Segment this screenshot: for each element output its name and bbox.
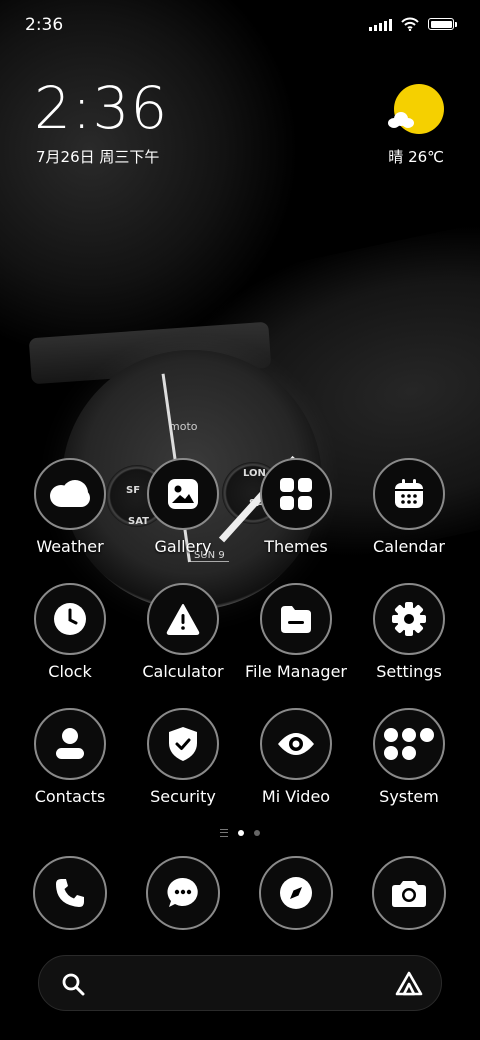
app-label: Clock bbox=[48, 662, 92, 681]
wallpaper-brand-text: moto bbox=[169, 420, 198, 433]
app-label: Gallery bbox=[154, 537, 212, 556]
phone-icon bbox=[56, 879, 84, 907]
eye-icon bbox=[278, 733, 314, 755]
wifi-icon bbox=[401, 17, 419, 31]
app-mi-video[interactable]: Mi Video bbox=[240, 708, 352, 806]
camera-icon bbox=[392, 881, 426, 907]
app-label: Weather bbox=[36, 537, 104, 556]
app-label: Mi Video bbox=[261, 787, 331, 806]
app-icon bbox=[260, 583, 332, 655]
app-label: Themes bbox=[264, 537, 328, 556]
app-icon bbox=[373, 708, 445, 780]
status-time: 2:36 bbox=[25, 15, 64, 35]
image-icon bbox=[168, 479, 198, 509]
app-label: Calculator bbox=[142, 662, 224, 681]
app-icon bbox=[34, 458, 106, 530]
app-calendar[interactable]: Calendar bbox=[353, 458, 465, 556]
app-settings[interactable]: Settings bbox=[353, 583, 465, 681]
dock-phone[interactable] bbox=[14, 856, 126, 930]
page-dot[interactable] bbox=[254, 830, 260, 836]
app-gallery[interactable]: Gallery bbox=[127, 458, 239, 556]
clock-icon bbox=[54, 603, 86, 635]
dock-browser[interactable] bbox=[240, 856, 352, 930]
app-icon bbox=[147, 708, 219, 780]
app-label: Calendar bbox=[373, 537, 445, 556]
app-icon bbox=[34, 708, 106, 780]
app-label: Security bbox=[150, 787, 216, 806]
signal-icon bbox=[369, 18, 392, 31]
person-icon bbox=[56, 728, 84, 759]
search-icon[interactable] bbox=[61, 972, 85, 996]
assistant-icon[interactable] bbox=[395, 971, 423, 997]
menu-lines-icon[interactable] bbox=[220, 829, 228, 837]
status-bar: 2:36 bbox=[0, 0, 480, 50]
page-indicator bbox=[0, 829, 480, 837]
dock-camera[interactable] bbox=[353, 856, 465, 930]
gear-icon bbox=[392, 602, 426, 636]
shield-check-icon bbox=[169, 727, 197, 761]
folder-grid-icon bbox=[384, 728, 434, 760]
app-icon bbox=[147, 458, 219, 530]
app-system-folder[interactable]: System bbox=[353, 708, 465, 806]
folder-icon bbox=[281, 606, 311, 633]
app-icon bbox=[260, 458, 332, 530]
chat-icon bbox=[167, 877, 198, 907]
app-icon bbox=[259, 856, 333, 930]
weather-text: 晴 26℃ bbox=[388, 148, 444, 166]
clock-widget-date[interactable]: 7月26日 周三下午 bbox=[36, 146, 159, 167]
search-bar[interactable] bbox=[38, 955, 442, 1011]
cloud-icon bbox=[50, 480, 90, 507]
app-clock[interactable]: Clock bbox=[14, 583, 126, 681]
app-icon bbox=[147, 583, 219, 655]
warning-triangle-icon bbox=[166, 604, 200, 635]
app-label: Contacts bbox=[34, 787, 106, 806]
app-label: File Manager bbox=[245, 662, 347, 681]
grid-icon bbox=[280, 478, 312, 510]
calendar-icon bbox=[395, 479, 423, 508]
app-themes[interactable]: Themes bbox=[240, 458, 352, 556]
battery-icon bbox=[428, 18, 457, 30]
cloud-icon bbox=[388, 112, 414, 128]
weather-widget[interactable]: 晴 26℃ bbox=[384, 84, 444, 174]
app-file-manager[interactable]: File Manager bbox=[240, 583, 352, 681]
app-label: Settings bbox=[376, 662, 442, 681]
app-contacts[interactable]: Contacts bbox=[14, 708, 126, 806]
app-icon bbox=[33, 856, 107, 930]
app-security[interactable]: Security bbox=[127, 708, 239, 806]
app-icon bbox=[146, 856, 220, 930]
app-icon bbox=[373, 458, 445, 530]
app-weather[interactable]: Weather bbox=[14, 458, 126, 556]
app-label: System bbox=[379, 787, 439, 806]
app-icon bbox=[34, 583, 106, 655]
app-icon bbox=[373, 583, 445, 655]
page-dot-active[interactable] bbox=[238, 830, 244, 836]
compass-icon bbox=[280, 877, 312, 909]
app-calculator[interactable]: Calculator bbox=[127, 583, 239, 681]
app-icon bbox=[372, 856, 446, 930]
app-icon bbox=[260, 708, 332, 780]
clock-widget-time[interactable]: 2:36 bbox=[34, 74, 168, 142]
dock-messages[interactable] bbox=[127, 856, 239, 930]
